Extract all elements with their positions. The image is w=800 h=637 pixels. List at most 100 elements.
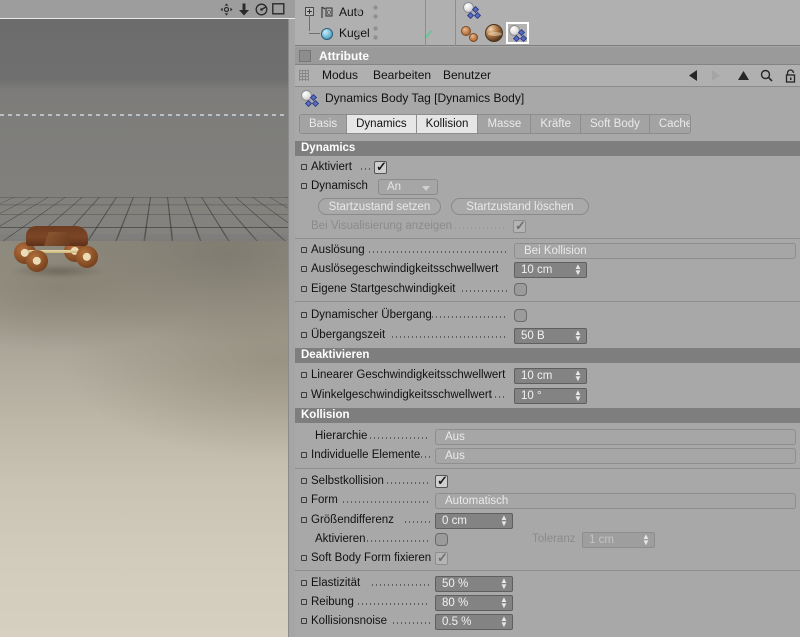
param-bullet-icon[interactable] <box>301 478 307 484</box>
object-manager[interactable]: 0 Auto Kugel ✓ <box>295 0 800 46</box>
input-kollisionsnoise[interactable]: 0.5 % ▲▼ <box>435 614 513 630</box>
panel-menu-icon[interactable] <box>299 50 311 62</box>
back-arrow-icon[interactable] <box>686 68 700 83</box>
stepper-icon[interactable]: ▲▼ <box>500 597 508 610</box>
input-uebergangszeit[interactable]: 50 B ▲▼ <box>514 328 587 344</box>
row-ausloesegeschwindigkeit[interactable]: Auslösegeschwindigkeitsschwellwert 10 cm… <box>295 260 800 279</box>
tab-basis[interactable]: Basis <box>300 115 347 133</box>
param-bullet-icon[interactable] <box>301 392 307 398</box>
row-uebergangszeit[interactable]: Übergangszeit 50 B ▲▼ <box>295 326 800 345</box>
stepper-icon[interactable]: ▲▼ <box>574 330 582 343</box>
row-ausloesung[interactable]: Auslösung Bei Kollision <box>295 241 800 260</box>
row-selbstkollision[interactable]: Selbstkollision <box>295 472 800 491</box>
row-groessendifferenz[interactable]: Größendifferenz 0 cm ▲▼ <box>295 511 800 530</box>
param-bullet-icon[interactable] <box>301 452 307 458</box>
clear-initial-state-button[interactable]: Startzustand löschen <box>451 198 589 215</box>
dynamics-body-tag-selected[interactable] <box>506 22 529 44</box>
buggy-model[interactable] <box>10 224 106 276</box>
object-render-visibility-dot[interactable] <box>373 14 378 19</box>
input-linearer-schwellwert[interactable]: 10 cm ▲▼ <box>514 368 587 384</box>
object-visibility-dot[interactable] <box>356 30 361 35</box>
tab-masse[interactable]: Masse <box>478 115 531 133</box>
toggle-aktivieren[interactable] <box>435 533 448 546</box>
rotate-icon[interactable] <box>254 2 268 16</box>
dropdown-hierarchie[interactable]: Aus <box>435 429 796 445</box>
stepper-icon[interactable]: ▲▼ <box>500 616 508 629</box>
checkbox-selbstkollision[interactable] <box>435 475 448 488</box>
tab-kollision[interactable]: Kollision <box>417 115 479 133</box>
up-arrow-icon[interactable] <box>736 68 750 83</box>
input-winkel-schwellwert[interactable]: 10 ° ▲▼ <box>514 388 587 404</box>
object-editor-visibility-dot[interactable] <box>373 5 378 10</box>
attribute-tabs[interactable]: Basis Dynamics Kollision Masse Kräfte So… <box>299 114 691 134</box>
input-reibung[interactable]: 80 % ▲▼ <box>435 595 513 611</box>
toggle-eigene-startgeschwindigkeit[interactable] <box>514 283 527 296</box>
input-elastizitaet[interactable]: 50 % ▲▼ <box>435 576 513 592</box>
set-initial-state-button[interactable]: Startzustand setzen <box>318 198 441 215</box>
stepper-icon[interactable]: ▲▼ <box>500 578 508 591</box>
stepper-icon[interactable]: ▲▼ <box>574 390 582 403</box>
stepper-icon[interactable]: ▲▼ <box>574 264 582 277</box>
param-bullet-icon[interactable] <box>301 183 307 189</box>
object-row-auto[interactable]: 0 Auto <box>295 2 800 23</box>
material-tag-icon[interactable] <box>461 25 483 43</box>
param-bullet-icon[interactable] <box>301 247 307 253</box>
dynamics-body-tag-icon[interactable] <box>463 2 483 20</box>
viewport-3d-scene[interactable] <box>0 19 288 637</box>
param-bullet-icon[interactable] <box>301 266 307 272</box>
row-eigene-startgeschwindigkeit[interactable]: Eigene Startgeschwindigkeit <box>295 280 800 299</box>
maximize-icon[interactable] <box>271 2 285 16</box>
row-dynamischer-uebergang[interactable]: Dynamischer Übergang <box>295 306 800 325</box>
menu-modus[interactable]: Modus <box>322 68 358 82</box>
param-bullet-icon[interactable] <box>301 599 307 605</box>
pan-icon[interactable] <box>237 2 251 16</box>
row-reibung[interactable]: Reibung 80 % ▲▼ <box>295 593 800 612</box>
object-row-kugel[interactable]: Kugel ✓ <box>295 23 800 44</box>
stepper-icon[interactable]: ▲▼ <box>574 370 582 383</box>
param-bullet-icon[interactable] <box>301 517 307 523</box>
param-bullet-icon[interactable] <box>301 312 307 318</box>
dropdown-ausloesung[interactable]: Bei Kollision <box>514 243 796 259</box>
row-individuelle-elemente[interactable]: Individuelle Elemente Aus <box>295 446 800 465</box>
object-render-visibility-dot[interactable] <box>373 35 378 40</box>
param-bullet-icon[interactable] <box>301 618 307 624</box>
object-editor-visibility-dot[interactable] <box>373 26 378 31</box>
dropdown-form[interactable]: Automatisch <box>435 493 796 509</box>
row-aktivieren[interactable]: Aktivieren Toleranz 1 cm ▲▼ <box>295 530 800 549</box>
param-bullet-icon[interactable] <box>301 286 307 292</box>
param-bullet-icon[interactable] <box>301 164 307 170</box>
tab-cache[interactable]: Cache <box>650 115 691 133</box>
search-icon[interactable] <box>759 68 773 83</box>
row-hierarchie[interactable]: Hierarchie Aus <box>295 427 800 446</box>
dropdown-dynamisch[interactable]: An <box>378 179 438 195</box>
row-startzustand-buttons[interactable]: Startzustand setzen Startzustand löschen <box>295 197 800 216</box>
row-kollisionsnoise[interactable]: Kollisionsnoise 0.5 % ▲▼ <box>295 612 800 631</box>
row-aktiviert[interactable]: Aktiviert <box>295 158 800 177</box>
lock-icon[interactable] <box>783 68 797 83</box>
param-bullet-icon[interactable] <box>301 372 307 378</box>
menu-bearbeiten[interactable]: Bearbeiten <box>373 68 431 82</box>
row-dynamisch[interactable]: Dynamisch An <box>295 177 800 196</box>
stepper-icon[interactable]: ▲▼ <box>500 515 508 528</box>
row-form[interactable]: Form Automatisch <box>295 491 800 510</box>
drag-grip-icon[interactable] <box>299 70 309 81</box>
input-ausloesegeschwindigkeit[interactable]: 10 cm ▲▼ <box>514 262 587 278</box>
row-elastizitaet[interactable]: Elastizität 50 % ▲▼ <box>295 574 800 593</box>
param-bullet-icon[interactable] <box>301 580 307 586</box>
param-bullet-icon[interactable] <box>301 555 307 561</box>
row-linearer-schwellwert[interactable]: Linearer Geschwindigkeitsschwellwert 10 … <box>295 366 800 385</box>
row-visualisierung[interactable]: Bei Visualisierung anzeigen <box>295 217 800 236</box>
input-groessendifferenz[interactable]: 0 cm ▲▼ <box>435 513 513 529</box>
object-visibility-dot[interactable] <box>356 9 361 14</box>
menu-benutzer[interactable]: Benutzer <box>443 68 491 82</box>
checkbox-aktiviert[interactable] <box>374 161 387 174</box>
texture-tag-icon[interactable] <box>485 24 503 42</box>
row-winkel-schwellwert[interactable]: Winkelgeschwindigkeitsschwellwert 10 ° ▲… <box>295 386 800 405</box>
param-bullet-icon[interactable] <box>301 497 307 503</box>
checkbox-visualisierung[interactable] <box>513 220 526 233</box>
toggle-dynamischer-uebergang[interactable] <box>514 309 527 322</box>
move-icon[interactable] <box>219 2 233 16</box>
tab-soft-body[interactable]: Soft Body <box>581 115 650 133</box>
param-bullet-icon[interactable] <box>301 332 307 338</box>
dropdown-individuelle-elemente[interactable]: Aus <box>435 448 796 464</box>
